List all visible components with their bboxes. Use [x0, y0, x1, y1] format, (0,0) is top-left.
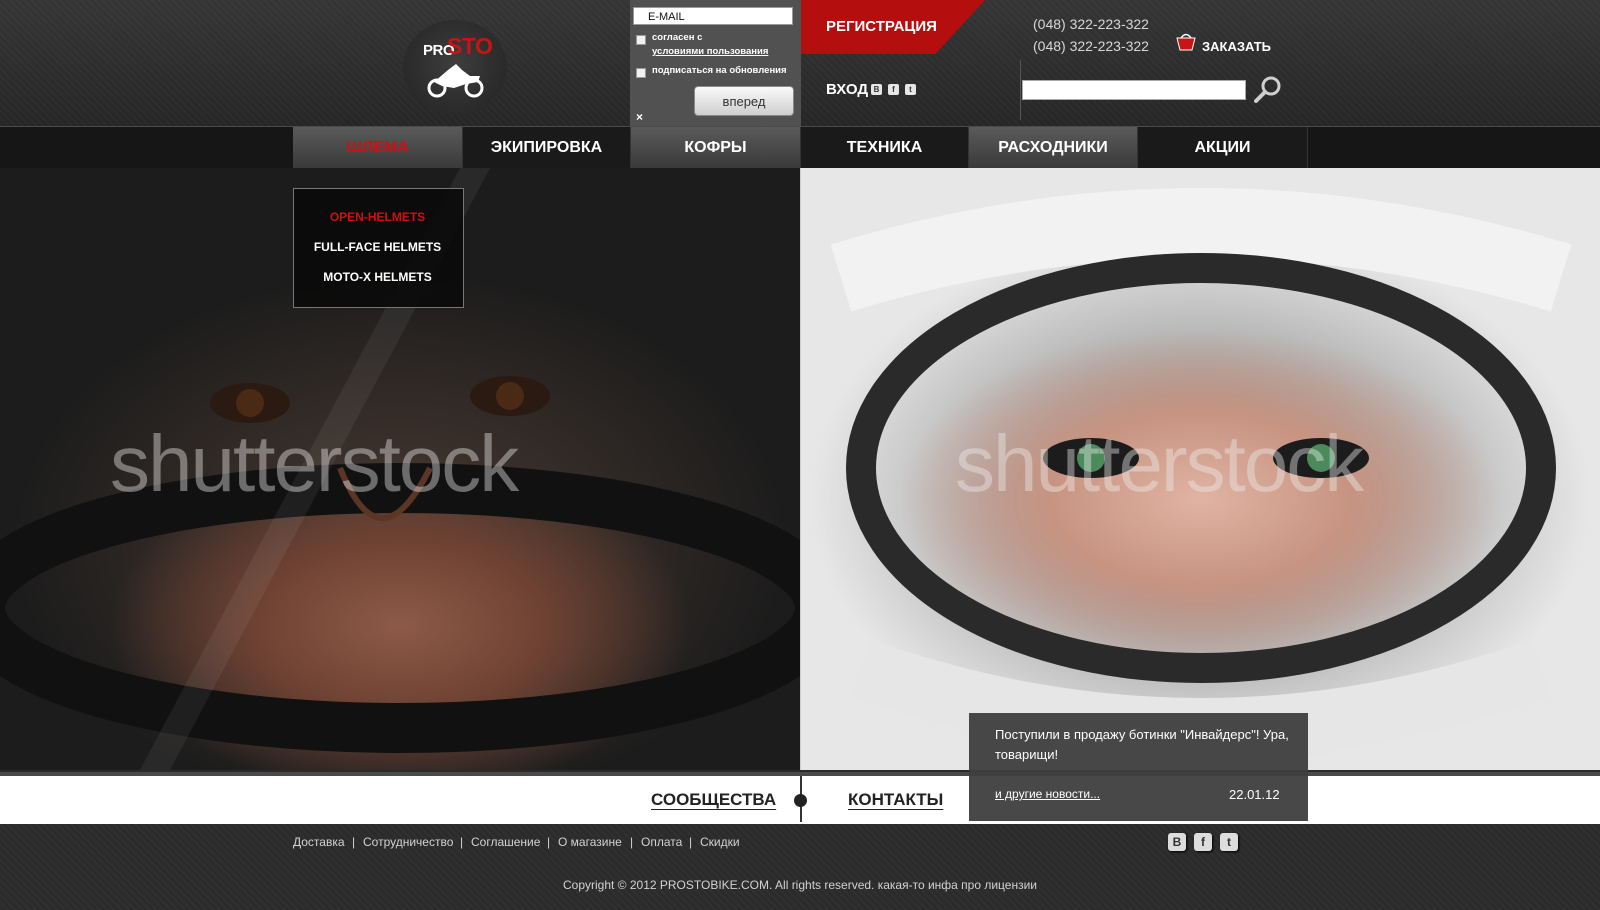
footer-separator: |	[352, 835, 356, 849]
nav-item-technique[interactable]: ТЕХНИКА	[801, 127, 969, 168]
footer-separator: |	[689, 835, 693, 849]
footer-separator: |	[460, 835, 464, 849]
divider	[1020, 60, 1021, 120]
footer-separator: |	[547, 835, 551, 849]
agree-checkbox[interactable]	[636, 35, 646, 45]
footer-link-cooperation[interactable]: Сотрудничество	[363, 835, 453, 849]
dropdown-item-open-helmets[interactable]: OPEN-HELMETS	[293, 210, 462, 224]
nav-item-consumables[interactable]: РАСХОДНИКИ	[969, 127, 1138, 168]
bottom-footer	[0, 824, 1600, 910]
nav-item-cases[interactable]: КОФРЫ	[631, 127, 801, 168]
footer-link-payment[interactable]: Оплата	[641, 835, 682, 849]
register-label[interactable]: РЕГИСТРАЦИЯ	[826, 18, 937, 35]
dropdown-item-moto-x-helmets[interactable]: MOTO-X HELMETS	[293, 270, 462, 284]
footer-link-discounts[interactable]: Скидки	[700, 835, 740, 849]
close-icon[interactable]: ×	[636, 110, 643, 124]
bar-dot	[794, 794, 807, 807]
footer-link-delivery[interactable]: Доставка	[293, 835, 345, 849]
phone-number: (048) 322-223-322	[1033, 38, 1149, 54]
subscribe-checkbox[interactable]	[636, 68, 646, 78]
nav-item-helmets[interactable]: ШЛЕМА	[293, 127, 463, 168]
order-link[interactable]: ЗАКАЗАТЬ	[1202, 39, 1271, 54]
twitter-icon[interactable]: t	[905, 84, 916, 95]
nav-item-promotions[interactable]: АКЦИИ	[1138, 127, 1308, 168]
hero-divider	[800, 168, 801, 770]
watermark-right: shutterstock	[955, 419, 1364, 508]
copyright-text: Copyright © 2012 PROSTOBIKE.COM. All rig…	[562, 878, 1038, 892]
hero-banner: shutterstock shutterstock	[0, 168, 1600, 770]
submit-button[interactable]: вперед	[694, 86, 794, 116]
search-icon[interactable]	[1253, 74, 1283, 104]
footer-separator: |	[630, 835, 634, 849]
twitter-icon[interactable]: t	[1220, 833, 1238, 851]
search-input[interactable]	[1022, 80, 1246, 100]
vk-icon[interactable]: В	[1168, 833, 1186, 851]
facebook-icon[interactable]: f	[1194, 833, 1212, 851]
subscribe-label: подписаться на обновления	[652, 65, 787, 76]
news-text: Поступили в продажу ботинки "Инвайдерс"!…	[995, 727, 1289, 762]
motorcycle-icon	[427, 64, 484, 98]
vk-icon[interactable]: В	[871, 84, 882, 95]
contacts-link[interactable]: КОНТАКТЫ	[848, 790, 943, 810]
phone-number: (048) 322-223-322	[1033, 16, 1149, 32]
dropdown-item-full-face-helmets[interactable]: FULL-FACE HELMETS	[293, 240, 462, 254]
more-news-link[interactable]: и другие новости...	[995, 787, 1100, 801]
facebook-icon[interactable]: f	[888, 84, 899, 95]
basket-icon[interactable]	[1175, 32, 1197, 51]
email-input[interactable]	[633, 7, 793, 25]
login-link[interactable]: ВХОД	[826, 81, 868, 98]
logo-sto-text: STO	[447, 33, 493, 59]
footer-link-about[interactable]: О магазине	[558, 835, 622, 849]
community-link[interactable]: СООБЩЕСТВА	[651, 790, 776, 810]
news-date: 22.01.12	[1229, 787, 1280, 802]
footer-link-agreement[interactable]: Соглашение	[471, 835, 540, 849]
nav-item-equipment[interactable]: ЭКИПИРОВКА	[463, 127, 631, 168]
terms-link[interactable]: условиями пользования	[652, 45, 768, 58]
watermark-left: shutterstock	[110, 419, 519, 508]
agree-label: согласен с	[652, 32, 703, 43]
